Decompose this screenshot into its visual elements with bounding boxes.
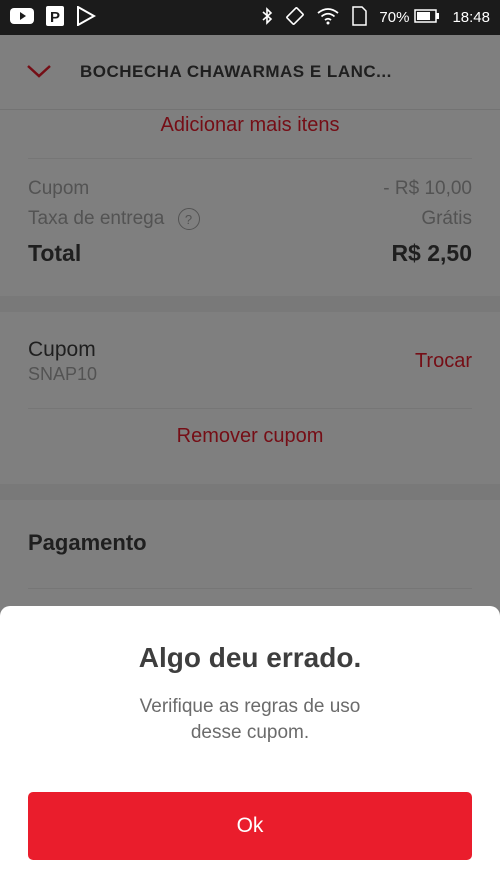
status-bar: P 70% 18:48 [0, 0, 500, 35]
error-dialog: Algo deu errado. Verifique as regras de … [0, 606, 500, 889]
play-store-icon [76, 4, 97, 30]
battery-indicator: 70% [379, 8, 440, 27]
battery-icon [414, 8, 440, 27]
battery-percent: 70% [379, 9, 410, 26]
status-right: 70% 18:48 [261, 5, 490, 30]
rotate-icon [285, 6, 305, 30]
clock: 18:48 [452, 9, 490, 26]
dialog-title: Algo deu errado. [138, 642, 362, 673]
svg-text:P: P [50, 9, 60, 26]
parking-app-icon: P [46, 5, 64, 30]
wifi-icon [317, 7, 339, 29]
dialog-message: Verifique as regras de uso desse cupom. [100, 694, 400, 746]
bluetooth-icon [261, 6, 273, 29]
status-left: P [10, 4, 97, 30]
dialog-message-line-1: Verifique as regras de uso [139, 696, 361, 717]
sim-icon [351, 5, 368, 30]
dialog-message-line-2: desse cupom. [190, 722, 310, 743]
youtube-icon [10, 7, 34, 29]
ok-button[interactable]: Ok [28, 792, 472, 860]
